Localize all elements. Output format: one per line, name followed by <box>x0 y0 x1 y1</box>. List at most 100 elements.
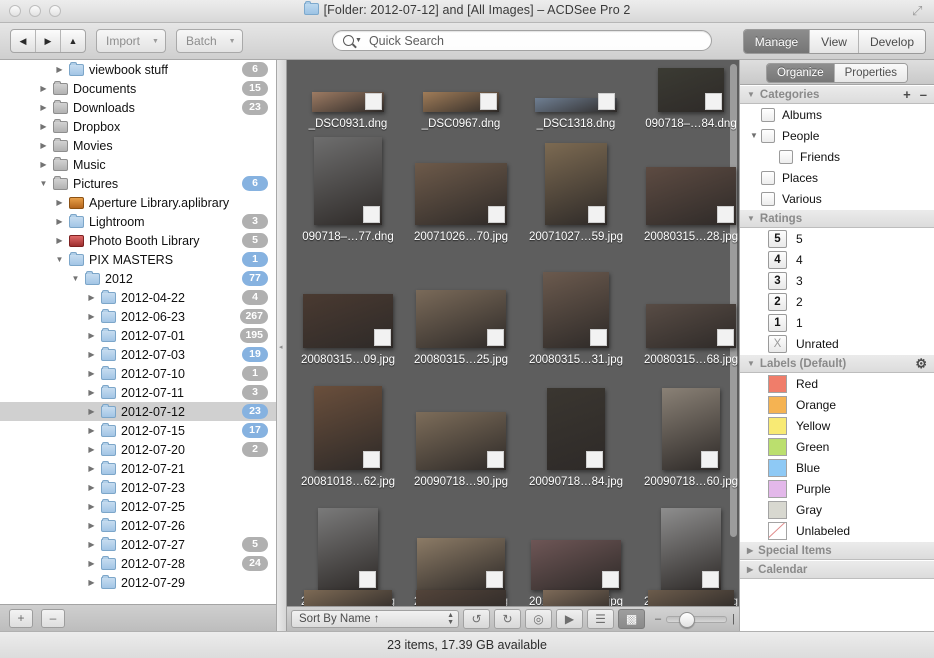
remove-category-icon[interactable]: – <box>920 88 927 101</box>
thumbnail-cell[interactable]: 20080315…09.jpg <box>294 294 402 366</box>
thumbnail-image[interactable] <box>662 388 720 470</box>
list-view-button[interactable]: ☰ <box>587 609 614 629</box>
batch-button[interactable]: Batch ▼ <box>175 29 243 53</box>
thumbnail-cell[interactable]: 20071027…59.jpg <box>522 143 630 243</box>
category-item-various[interactable]: Various <box>740 188 934 209</box>
chevron-right-icon[interactable]: ▶ <box>38 102 49 113</box>
thumbnail-cell[interactable]: 20080315…68.jpg <box>637 304 739 366</box>
category-checkbox[interactable] <box>761 191 775 206</box>
cd-burn-button[interactable]: ◎ <box>525 609 552 629</box>
thumbnail-image[interactable] <box>318 508 378 590</box>
chevron-down-icon[interactable]: ▼ <box>355 37 362 44</box>
label-item-blue[interactable]: Blue <box>740 457 934 478</box>
thumbnail-image[interactable] <box>314 137 382 225</box>
thumbnail-badge-icon[interactable] <box>588 206 605 223</box>
chevron-right-icon[interactable]: ▶ <box>38 121 49 132</box>
category-checkbox[interactable] <box>761 170 775 185</box>
thumbnail-badge-icon[interactable] <box>602 571 619 588</box>
thumbnail-badge-icon[interactable] <box>487 451 504 468</box>
chevron-right-icon[interactable]: ▶ <box>54 235 65 246</box>
label-item-red[interactable]: Red <box>740 373 934 394</box>
search-input[interactable]: ▼ Quick Search <box>332 30 712 51</box>
rating-item-2[interactable]: 22 <box>740 291 934 312</box>
calendar-header[interactable]: ▶ Calendar <box>740 560 934 579</box>
rating-item-4[interactable]: 44 <box>740 249 934 270</box>
remove-folder-button[interactable]: – <box>41 608 65 628</box>
thumbnail-image[interactable] <box>314 386 382 470</box>
thumbnail-cell[interactable]: 20090718…90.jpg <box>407 412 515 488</box>
label-item-orange[interactable]: Orange <box>740 394 934 415</box>
sidebar-item-movies[interactable]: ▶ Movies <box>0 136 276 155</box>
rotate-left-button[interactable]: ↺ <box>463 609 490 629</box>
sidebar-item-2012-07-11[interactable]: ▶ 2012-07-11 3 <box>0 383 276 402</box>
sidebar-item-2012-07-20[interactable]: ▶ 2012-07-20 2 <box>0 440 276 459</box>
thumbnail-image[interactable] <box>535 93 617 112</box>
thumbnail-image[interactable] <box>545 143 607 225</box>
thumbnail-image[interactable] <box>661 508 721 590</box>
chevron-down-icon[interactable]: ▼ <box>38 178 49 189</box>
tab-properties[interactable]: Properties <box>834 64 908 82</box>
chevron-right-icon[interactable]: ▶ <box>38 83 49 94</box>
categories-header[interactable]: ▼ Categories + – <box>740 85 934 104</box>
thumbnail-badge-icon[interactable] <box>598 93 615 110</box>
sidebar-item-lightroom[interactable]: ▶ Lightroom 3 <box>0 212 276 231</box>
add-category-icon[interactable]: + <box>903 88 911 101</box>
chevron-right-icon[interactable]: ▶ <box>86 330 97 341</box>
chevron-right-icon[interactable]: ▶ <box>86 311 97 322</box>
category-checkbox[interactable] <box>761 128 775 143</box>
label-item-green[interactable]: Green <box>740 436 934 457</box>
chevron-right-icon[interactable]: ▶ <box>86 501 97 512</box>
sidebar-item-2012-07-15[interactable]: ▶ 2012-07-15 17 <box>0 421 276 440</box>
thumbnail-badge-icon[interactable] <box>359 571 376 588</box>
category-item-people[interactable]: ▼ People <box>740 125 934 146</box>
label-item-purple[interactable]: Purple <box>740 478 934 499</box>
thumbnail-image[interactable] <box>304 590 392 606</box>
thumbnail-image[interactable] <box>415 163 507 225</box>
rotate-right-button[interactable]: ↻ <box>494 609 521 629</box>
thumbnail-image[interactable] <box>648 590 734 606</box>
category-item-friends[interactable]: Friends <box>740 146 934 167</box>
thumbnail-cell[interactable]: _DSC1318.dng <box>522 93 630 130</box>
sidebar-item-pictures[interactable]: ▼ Pictures 6 <box>0 174 276 193</box>
thumbnail-image[interactable] <box>417 538 505 590</box>
sidebar-item-2012-07-12[interactable]: ▶ 2012-07-12 23 <box>0 402 276 421</box>
grid-view-button[interactable]: ▩ <box>618 609 645 629</box>
import-button[interactable]: Import ▼ <box>96 29 166 53</box>
thumbnail-cell[interactable]: 20080315…28.jpg <box>637 167 739 243</box>
chevron-right-icon[interactable]: ▶ <box>86 482 97 493</box>
sidebar-item-photo-booth-library[interactable]: ▶ Photo Booth Library 5 <box>0 231 276 250</box>
chevron-right-icon[interactable]: ▶ <box>54 64 65 75</box>
label-item-unlabeled[interactable]: Unlabeled <box>740 520 934 541</box>
stepper-icon[interactable]: ▲ ▼ <box>447 612 454 626</box>
thumbnail-cell[interactable]: _DSC0967.dng <box>407 92 515 130</box>
sidebar-item-2012[interactable]: ▼ 2012 77 <box>0 269 276 288</box>
thumbnail-image[interactable] <box>416 412 506 470</box>
sidebar-item-2012-07-28[interactable]: ▶ 2012-07-28 24 <box>0 554 276 573</box>
thumbnail-cell-partial[interactable] <box>637 590 739 606</box>
chevron-right-icon[interactable]: ▶ <box>86 577 97 588</box>
sidebar-item-2012-07-01[interactable]: ▶ 2012-07-01 195 <box>0 326 276 345</box>
back-button[interactable]: ◀ <box>11 30 36 52</box>
zoom-in-icon[interactable]: | <box>732 613 735 625</box>
chevron-right-icon[interactable]: ▶ <box>54 197 65 208</box>
pane-splitter[interactable]: ◂ <box>277 60 287 631</box>
chevron-right-icon[interactable]: ▶ <box>86 349 97 360</box>
thumbnail-image[interactable] <box>646 167 736 225</box>
thumbnail-cell-partial[interactable] <box>407 590 515 606</box>
sidebar-item-2012-07-29[interactable]: ▶ 2012-07-29 <box>0 573 276 592</box>
sidebar-item-2012-07-03[interactable]: ▶ 2012-07-03 19 <box>0 345 276 364</box>
thumbnail-badge-icon[interactable] <box>487 329 504 346</box>
sidebar-item-documents[interactable]: ▶ Documents 15 <box>0 79 276 98</box>
thumbnail-image[interactable] <box>547 388 605 470</box>
category-checkbox[interactable] <box>779 149 793 164</box>
zoom-out-icon[interactable]: – <box>655 613 661 625</box>
thumbnail-badge-icon[interactable] <box>701 451 718 468</box>
sidebar-item-pix-masters[interactable]: ▼ PIX MASTERS 1 <box>0 250 276 269</box>
tab-manage[interactable]: Manage <box>743 30 811 53</box>
zoom-slider[interactable] <box>666 611 728 628</box>
sidebar-item-2012-07-26[interactable]: ▶ 2012-07-26 <box>0 516 276 535</box>
thumbnail-badge-icon[interactable] <box>717 206 734 223</box>
thumbnail-badge-icon[interactable] <box>365 93 382 110</box>
thumbnail-image[interactable] <box>303 294 393 348</box>
rating-item-unrated[interactable]: X Unrated <box>740 333 934 354</box>
